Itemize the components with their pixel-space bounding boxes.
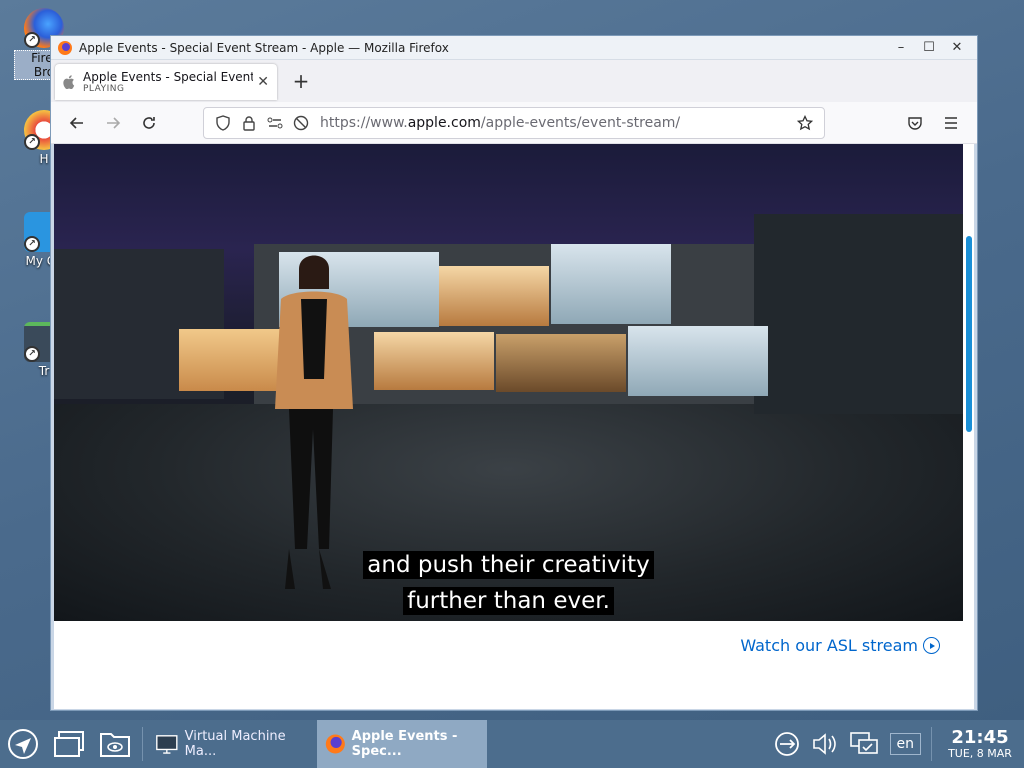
caption-line-2: further than ever.: [54, 587, 963, 615]
url-path: /apple-events/event-stream/: [480, 114, 681, 131]
reload-button[interactable]: [131, 107, 167, 139]
forward-arrow-icon: [107, 116, 121, 129]
apple-icon: [63, 75, 75, 89]
network-button[interactable]: [768, 720, 806, 768]
autoplay-blocked-icon[interactable]: [288, 115, 314, 131]
video-room: [496, 334, 626, 392]
bookmark-star-icon[interactable]: [792, 114, 818, 131]
firefox-icon: [325, 734, 345, 754]
tab-status: PLAYING: [83, 84, 125, 94]
virtual-machine-icon: [156, 735, 178, 754]
video-building-right: [754, 214, 963, 414]
event-video-player[interactable]: and push their creativity further than e…: [54, 144, 963, 621]
file-manager-button[interactable]: [92, 720, 138, 768]
menu-button[interactable]: [933, 107, 969, 139]
display-check-icon: [849, 732, 878, 754]
asl-link-label: Watch our ASL stream: [740, 636, 918, 655]
new-tab-button[interactable]: +: [285, 66, 317, 98]
permissions-icon[interactable]: [262, 116, 288, 130]
window-title: Apple Events - Special Event Stream - Ap…: [79, 40, 449, 55]
tab-bar: Apple Events - Special Event PLAYING ✕ +: [51, 60, 977, 102]
url-text: https://www.apple.com/apple-events/event…: [320, 115, 792, 131]
clock-date: TUE, 8 MAR: [948, 746, 1012, 760]
back-arrow-icon: [69, 116, 83, 129]
caption-line-1: and push their creativity: [54, 551, 963, 579]
forward-button[interactable]: [95, 107, 131, 139]
reload-icon: [143, 116, 155, 129]
window-titlebar[interactable]: Apple Events - Special Event Stream - Ap…: [51, 36, 977, 60]
url-domain: apple.com: [407, 114, 481, 131]
url-prefix: https://www.: [320, 114, 408, 131]
maximize-button[interactable]: ☐: [915, 40, 943, 55]
system-tray: en 21:45 TUE, 8 MAR: [768, 720, 1024, 768]
video-room: [628, 326, 768, 396]
folder-eye-icon: [100, 733, 130, 757]
pocket-button[interactable]: [897, 107, 933, 139]
minimize-button[interactable]: –: [887, 40, 915, 55]
video-room: [374, 332, 494, 390]
speaker-icon: [812, 733, 836, 755]
task-label: Apple Events - Spec...: [351, 729, 458, 759]
tab-apple-events[interactable]: Apple Events - Special Event PLAYING ✕: [55, 64, 277, 100]
task-virtual-machine-manager[interactable]: Virtual Machine Ma...: [147, 720, 317, 768]
hamburger-menu-icon: [945, 116, 957, 129]
tracking-shield-icon[interactable]: [210, 114, 236, 131]
presenter-figure: [275, 255, 353, 589]
back-button[interactable]: [59, 107, 95, 139]
lock-icon[interactable]: [236, 115, 262, 131]
url-bar[interactable]: https://www.apple.com/apple-events/event…: [203, 106, 825, 139]
keyboard-layout-indicator[interactable]: en: [889, 733, 921, 755]
clock[interactable]: 21:45 TUE, 8 MAR: [936, 726, 1024, 760]
tab-title: Apple Events - Special Event: [83, 70, 254, 84]
asl-stream-link[interactable]: Watch our ASL stream: [740, 636, 940, 655]
close-tab-button[interactable]: ✕: [257, 74, 269, 90]
video-room: [439, 266, 549, 326]
clock-time: 21:45: [951, 726, 1009, 748]
display-button[interactable]: [844, 720, 884, 768]
video-room: [551, 244, 671, 324]
firefox-icon: [58, 40, 72, 55]
pocket-icon: [908, 116, 922, 130]
page-content: and push their creativity further than e…: [54, 144, 974, 709]
show-windows-button[interactable]: [46, 720, 92, 768]
taskbar-separator: [142, 727, 143, 761]
start-menu-icon: [8, 729, 38, 759]
start-menu-button[interactable]: [0, 720, 46, 768]
volume-button[interactable]: [806, 720, 844, 768]
close-window-button[interactable]: ✕: [943, 40, 971, 55]
play-circle-icon: [923, 637, 940, 654]
navigation-toolbar: https://www.apple.com/apple-events/event…: [51, 102, 977, 144]
taskbar: Virtual Machine Ma... Apple Events - Spe…: [0, 720, 1024, 768]
taskbar-separator: [931, 727, 932, 761]
page-scrollbar[interactable]: [966, 236, 972, 432]
network-icon: [774, 732, 799, 756]
windows-icon: [54, 731, 84, 757]
firefox-window: Apple Events - Special Event Stream - Ap…: [50, 35, 978, 711]
task-firefox[interactable]: Apple Events - Spec...: [317, 720, 487, 768]
task-label: Virtual Machine Ma...: [184, 729, 286, 759]
caption-text: and push their creativity: [363, 551, 654, 579]
caption-text: further than ever.: [403, 587, 614, 615]
